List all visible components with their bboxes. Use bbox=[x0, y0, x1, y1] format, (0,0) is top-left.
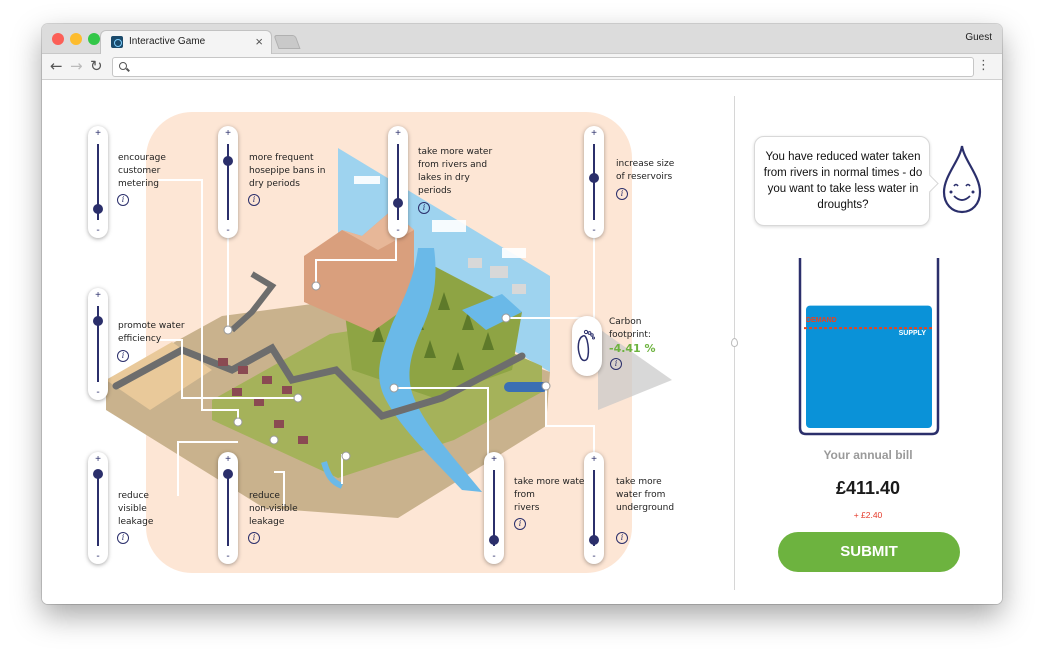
slider-plus-button[interactable]: + bbox=[218, 128, 238, 139]
slider-plus-button[interactable]: + bbox=[88, 290, 108, 301]
lever-label-visible-leakage: reduce visible leakage bbox=[118, 491, 154, 527]
new-tab-button[interactable] bbox=[273, 35, 301, 49]
slider-handle[interactable] bbox=[589, 173, 599, 184]
slider-handle[interactable] bbox=[489, 534, 499, 545]
tab-close-button[interactable]: × bbox=[255, 34, 263, 49]
droplet-divider-icon bbox=[731, 338, 738, 347]
annual-bill-label: Your annual bill bbox=[823, 448, 913, 462]
close-window-button[interactable] bbox=[52, 33, 64, 45]
slider-handle[interactable] bbox=[223, 468, 233, 479]
browser-tab[interactable]: Interactive Game × bbox=[100, 30, 272, 54]
slider-minus-button[interactable]: - bbox=[88, 551, 108, 562]
info-icon[interactable]: i bbox=[616, 188, 628, 200]
cloud bbox=[502, 248, 526, 258]
carbon-footprint-badge bbox=[572, 316, 602, 376]
browser-menu-button[interactable]: ⋮ bbox=[977, 58, 990, 73]
water-drop-mascot-icon bbox=[942, 145, 982, 214]
supply-demand-glass: DEMAND SUPPLY bbox=[798, 258, 940, 438]
glass-graphic bbox=[798, 258, 940, 436]
carbon-footprint-label: Carbon footprint: bbox=[609, 317, 651, 340]
lever-slider-metering[interactable]: + - bbox=[88, 126, 108, 238]
slider-minus-button[interactable]: - bbox=[584, 551, 604, 562]
slider-plus-button[interactable]: + bbox=[88, 128, 108, 139]
info-icon[interactable]: i bbox=[418, 202, 430, 214]
lever-label-efficiency: promote water efficiency bbox=[118, 321, 185, 344]
slider-minus-button[interactable]: - bbox=[218, 551, 238, 562]
slider-plus-button[interactable]: + bbox=[584, 128, 604, 139]
title-bar: Interactive Game × Guest bbox=[42, 24, 1002, 54]
browser-toolbar: ← → ↻ ⋮ bbox=[42, 54, 1002, 80]
slider-plus-button[interactable]: + bbox=[484, 454, 504, 465]
info-icon[interactable]: i bbox=[117, 194, 129, 206]
game-viewport: + - encourage customer metering i + - more fre… bbox=[42, 80, 1002, 604]
lever-slider-underground[interactable]: + - bbox=[584, 452, 604, 564]
slider-track[interactable] bbox=[97, 470, 99, 546]
profile-label[interactable]: Guest bbox=[965, 32, 992, 43]
lever-label-underground: take more water from underground bbox=[616, 477, 675, 513]
slider-track[interactable] bbox=[397, 144, 399, 220]
lever-slider-visible-leakage[interactable]: + - bbox=[88, 452, 108, 564]
lever-slider-rivers[interactable]: + - bbox=[484, 452, 504, 564]
lever-label-nonvisible-leakage: reduce non-visible leakage bbox=[249, 491, 298, 527]
annual-bill-amount: £411.40 bbox=[835, 478, 901, 498]
minimize-window-button[interactable] bbox=[70, 33, 82, 45]
slider-handle[interactable] bbox=[93, 468, 103, 479]
lever-slider-efficiency[interactable]: + - bbox=[88, 288, 108, 400]
cloud bbox=[432, 220, 466, 232]
slider-handle[interactable] bbox=[223, 155, 233, 166]
info-icon[interactable]: i bbox=[248, 194, 260, 206]
slider-minus-button[interactable]: - bbox=[88, 225, 108, 236]
tab-title: Interactive Game bbox=[129, 36, 206, 47]
slider-handle[interactable] bbox=[93, 203, 103, 214]
tab-favicon-icon bbox=[111, 36, 123, 48]
annual-bill-change: + £2.40 bbox=[853, 510, 883, 520]
slider-minus-button[interactable]: - bbox=[388, 225, 408, 236]
carbon-info-icon[interactable]: i bbox=[610, 358, 622, 370]
address-bar[interactable] bbox=[112, 57, 974, 77]
lever-slider-nonvisible-leakage[interactable]: + - bbox=[218, 452, 238, 564]
cloud bbox=[354, 176, 380, 184]
slider-minus-button[interactable]: - bbox=[484, 551, 504, 562]
slider-minus-button[interactable]: - bbox=[218, 225, 238, 236]
info-icon[interactable]: i bbox=[117, 350, 129, 362]
info-icon[interactable]: i bbox=[514, 518, 526, 530]
slider-plus-button[interactable]: + bbox=[584, 454, 604, 465]
pipeline bbox=[504, 382, 548, 392]
lever-label-rivers: take more water from rivers bbox=[514, 477, 589, 513]
slider-plus-button[interactable]: + bbox=[388, 128, 408, 139]
lever-label-reservoirs: increase size of reservoirs bbox=[616, 159, 675, 182]
footprint-icon bbox=[577, 329, 595, 362]
advice-message: You have reduced water taken from rivers… bbox=[763, 151, 923, 211]
slider-plus-button[interactable]: + bbox=[218, 454, 238, 465]
slider-minus-button[interactable]: - bbox=[88, 387, 108, 398]
lever-slider-drought-abstraction[interactable]: + - bbox=[388, 126, 408, 238]
advice-speech-bubble: You have reduced water taken from rivers… bbox=[754, 136, 930, 226]
slider-track[interactable] bbox=[227, 470, 229, 546]
slider-handle[interactable] bbox=[93, 316, 103, 327]
slider-handle[interactable] bbox=[393, 198, 403, 209]
info-icon[interactable]: i bbox=[616, 532, 628, 544]
carbon-footprint-value: -4.41 % bbox=[609, 342, 656, 355]
zoom-window-button[interactable] bbox=[88, 33, 100, 45]
slider-minus-button[interactable]: - bbox=[584, 225, 604, 236]
supply-label: SUPPLY bbox=[898, 330, 926, 338]
slider-handle[interactable] bbox=[589, 534, 599, 545]
lever-label-metering: encourage customer metering bbox=[118, 153, 166, 189]
lever-slider-hosepipe[interactable]: + - bbox=[218, 126, 238, 238]
forward-button[interactable]: → bbox=[70, 57, 83, 75]
lever-label-hosepipe: more frequent hosepipe bans in dry perio… bbox=[249, 153, 326, 189]
lever-slider-reservoirs[interactable]: + - bbox=[584, 126, 604, 238]
demand-label: DEMAND bbox=[806, 317, 837, 325]
browser-window: Interactive Game × Guest ← → ↻ ⋮ + - enc… bbox=[42, 24, 1002, 604]
slider-plus-button[interactable]: + bbox=[88, 454, 108, 465]
lever-label-drought-abstraction: take more water from rivers and lakes in… bbox=[418, 147, 493, 196]
info-icon[interactable]: i bbox=[248, 532, 260, 544]
search-icon bbox=[119, 62, 127, 70]
back-button[interactable]: ← bbox=[50, 57, 63, 75]
submit-button[interactable]: SUBMIT bbox=[778, 532, 960, 572]
reload-button[interactable]: ↻ bbox=[90, 57, 103, 75]
info-icon[interactable]: i bbox=[117, 532, 129, 544]
